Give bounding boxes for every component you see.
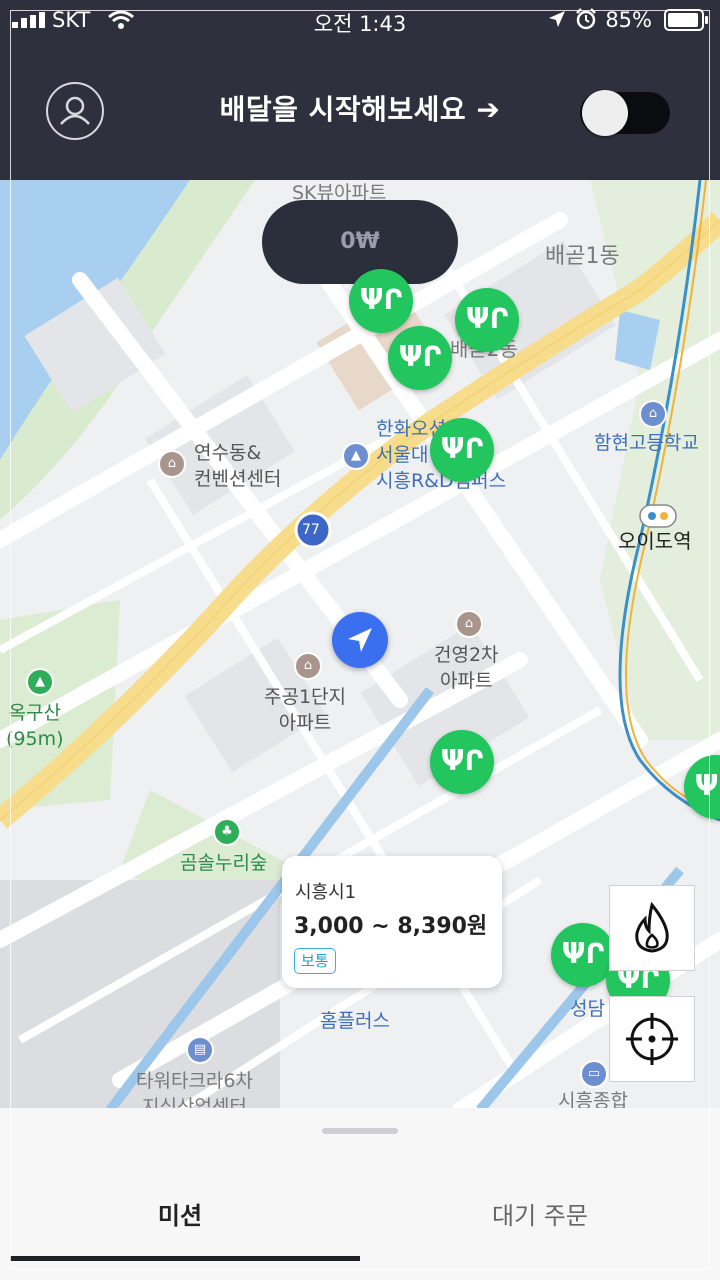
heatmap-button[interactable]	[609, 885, 695, 971]
app-header: 배달을 시작해보세요 ➔	[0, 40, 720, 180]
battery-icon	[664, 9, 708, 31]
label-tower-center: 타워타크라6차 지식산업센터	[136, 1070, 253, 1110]
crosshair-icon	[626, 1013, 678, 1065]
label-oido-station: 오이도역	[618, 529, 692, 553]
demand-badge: 보통	[294, 948, 336, 974]
convention-icon: ⌂	[158, 450, 186, 478]
label-hamhyeon-school: 함현고등학교	[594, 432, 699, 454]
label-okgusan: 옥구산 (95m)	[6, 702, 64, 750]
location-arrow-icon	[549, 11, 565, 27]
forest-icon: ♣	[213, 818, 241, 846]
battery-percent: 85%	[605, 8, 652, 32]
label-seongdam: 성담	[570, 998, 605, 1020]
fork-knife-icon: ΨՐ	[465, 302, 509, 335]
school-icon: ⌂	[639, 400, 667, 428]
bottom-sheet: 미션 대기 주문	[0, 1108, 720, 1280]
fork-knife-icon: ΨՐ	[359, 283, 403, 316]
navigation-arrow-icon	[348, 628, 372, 652]
tooltip-price-range: 3,000 ~ 8,390원	[294, 914, 488, 939]
delivery-map[interactable]: SK뷰아파트 배곧1동 배곧2동 ▲ 한화오션 서울대 시흥R&D캠퍼스 ⌂ 연…	[0, 180, 720, 1110]
label-route-77: 77	[302, 522, 320, 538]
fork-knife-icon: ΨՐ	[398, 340, 442, 373]
flame-icon	[635, 901, 669, 953]
bus-terminal-icon: ▭	[580, 1060, 608, 1088]
sheet-drag-handle[interactable]	[322, 1128, 398, 1134]
fork-knife-icon: ΨՐ	[694, 769, 720, 802]
fork-knife-icon: ΨՐ	[440, 744, 484, 777]
restaurant-marker[interactable]: ΨՐ	[349, 269, 413, 333]
university-icon: ▲	[342, 442, 370, 470]
apartment-icon-jugong: ⌂	[294, 652, 322, 680]
toggle-knob	[582, 90, 628, 136]
restaurant-marker[interactable]: ΨՐ	[388, 326, 452, 390]
apartment-icon-geonyoung: ⌂	[455, 610, 483, 638]
restaurant-marker[interactable]: ΨՐ	[455, 288, 519, 352]
label-jugong-apt: 주공1단지 아파트	[264, 686, 347, 734]
recenter-button[interactable]	[609, 996, 695, 1082]
current-location-marker	[332, 612, 388, 668]
restaurant-marker[interactable]: ΨՐ	[430, 730, 494, 794]
delivery-toggle[interactable]	[580, 90, 670, 136]
fork-knife-icon: ΨՐ	[440, 432, 484, 465]
tooltip-area-name: 시흥시1	[295, 882, 357, 903]
mountain-icon: ▲	[26, 668, 54, 696]
building-icon: ▤	[186, 1036, 214, 1064]
tab-mission[interactable]: 미션	[0, 1196, 360, 1231]
label-gomsol-forest: 곰솔누리숲	[180, 852, 268, 874]
earnings-pill[interactable]: 0₩	[262, 200, 458, 284]
label-yeonsu-convention: 연수동& 컨벤션센터	[194, 442, 282, 490]
label-baegot1: 배곧1동	[545, 244, 620, 269]
active-tab-indicator	[10, 1256, 360, 1261]
tab-waiting-orders[interactable]: 대기 주문	[360, 1196, 720, 1231]
restaurant-marker[interactable]: ΨՐ	[430, 418, 494, 482]
area-price-tooltip[interactable]: 시흥시1 3,000 ~ 8,390원 보통	[282, 856, 502, 988]
label-siheung-complex: 시흥종합	[558, 1090, 628, 1110]
alarm-icon	[576, 8, 596, 30]
label-geonyoung-apt: 건영2차 아파트	[434, 644, 499, 692]
status-bar: SKT 오전 1:43 85%	[0, 0, 720, 40]
label-homeplus: 홈플러스	[320, 1010, 390, 1032]
